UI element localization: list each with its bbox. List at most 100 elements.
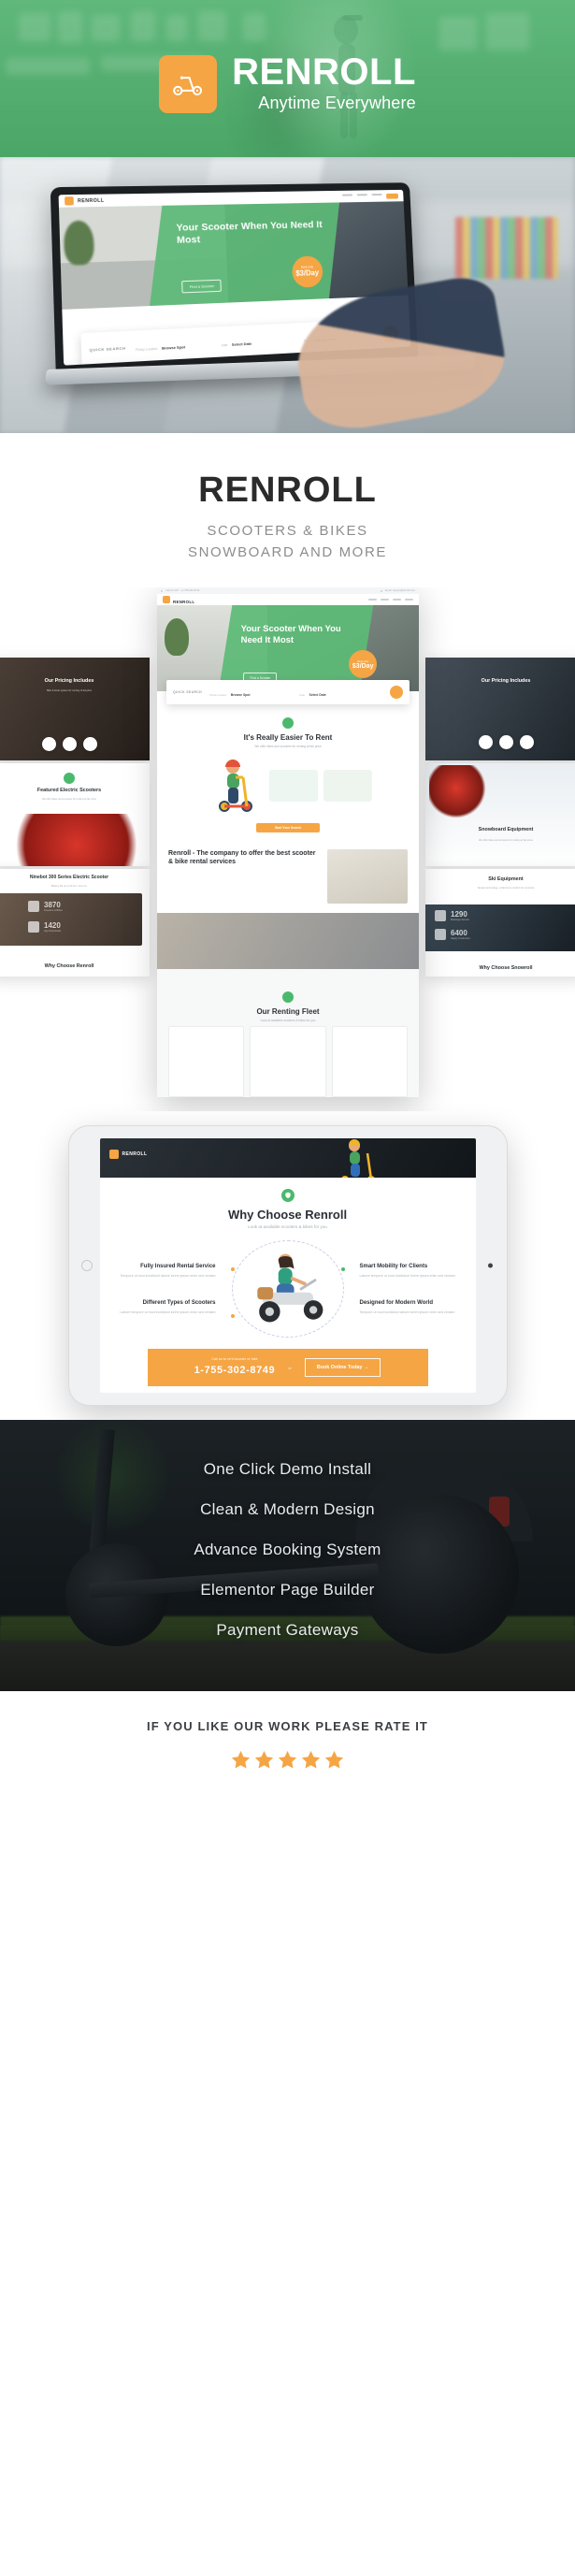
brand-name: RENROLL [232,51,416,93]
support-icon [519,735,534,749]
panel-caption-why: Why Choose Snowroll [479,965,533,971]
feature-smart-mobility: Smart Mobility for Clients Labore tempor… [360,1263,461,1279]
stat-label: Bookings Served [451,919,469,921]
rate-prompt-text: IF YOU LIKE OUR WORK PLEASE RATE IT [147,1719,428,1733]
about-photo [327,849,408,904]
star-icon[interactable] [323,1749,345,1771]
panel-caption: Ski Equipment [488,876,524,882]
stats-photo: 3870 Scooters & Bikes 1420 App Downloads [0,893,142,946]
about-text: Renroll - The company to offer the best … [168,849,320,904]
star-icon[interactable] [300,1749,322,1771]
panel-subcaption: Battery life up to 20 km / 1x2 mm [51,885,87,888]
kid-on-scooter-illustration [219,760,252,812]
easy-rent-section-header: It's Really Easier To Rent We offer bike… [157,704,419,752]
quick-search-bar[interactable]: QUICK SEARCH Pickup Location Browse Spot… [166,680,410,704]
feature-card-choose-bike[interactable] [323,770,372,802]
scooter-icon [173,76,203,96]
umbrella-icon [435,910,446,921]
star-rating[interactable] [0,1749,575,1771]
fleet-title: Our Renting Fleet [256,1007,320,1016]
panel-caption: Our Pricing Includes [44,678,94,684]
fleet-card[interactable] [168,1026,245,1097]
field-label: Date [221,343,228,348]
feature-different-types: Different Types of Scooters Labore tempo… [115,1299,215,1315]
panel-caption: Our Pricing Includes [481,678,531,684]
panel-caption: Featured Electric Scooters [36,788,102,793]
tablet-mockup-section: RENROLL Why Choose Renroll Look at avail… [0,1111,575,1420]
site-topbar: Call Us 24/7 : +1-755-302-8749 Email: su… [157,587,419,594]
orange-dot-icon [230,1267,235,1271]
collage-right-panel-pricing: Our Pricing Includes [425,658,575,760]
cta-separator: or [288,1365,292,1370]
feature-card-search-fleet[interactable] [269,770,318,802]
field-value: Select Date [309,693,326,697]
laptop-device: RENROLL Your Scooter When You Need It Mo… [39,176,513,433]
site-logo-icon [65,196,74,206]
stat-label: App Downloads [44,930,62,933]
search-submit-button[interactable] [390,686,403,699]
hero-cta-button[interactable]: Find a Scooter [181,279,223,294]
cta-small-text: Call us to rent scooter or bike [211,1357,258,1361]
page-title: RENROLL [198,470,377,510]
star-icon[interactable] [277,1749,298,1771]
field-label: Pickup Location [209,694,227,697]
title-section: RENROLL SCOOTERS & BIKES SNOWBOARD AND M… [0,433,575,587]
phone-icon [161,589,163,592]
share-experience-section: Share your experience fb.com/Renroll @Re… [100,1386,476,1393]
feature-list: One Click Demo Install Clean & Modern De… [0,1420,575,1638]
orange-dot-icon [230,1314,235,1318]
cta-phone-number[interactable]: 1-755-302-8749 [194,1365,276,1376]
start-search-button[interactable]: Start Your Search [256,823,320,832]
feature-desc: Tempore ut mod incididunt labore lorem i… [359,1310,455,1315]
fleet-card-row [157,1026,419,1097]
site-header: RENROLL [157,594,419,605]
why-choose-heading: Why Choose Renroll [227,1208,348,1222]
panel-caption: Snowboard Equipment [478,827,534,832]
site-nav [341,193,399,199]
stat-value: 3870 [44,901,61,909]
star-icon[interactable] [253,1749,275,1771]
tablet-screen: RENROLL Why Choose Renroll Look at avail… [99,1138,476,1393]
search-field-location[interactable]: Pickup Location Browse Spot [209,684,293,701]
site-brand: RENROLL [122,1151,148,1157]
field-label: Date [299,694,305,697]
hero-green-panel [217,605,375,691]
fleet-card[interactable] [250,1026,326,1097]
helmet-icon [478,735,493,749]
price-badge: Rent only $3/Day [349,650,378,678]
green-dot-icon [340,1267,345,1271]
search-field-date[interactable]: Date Select Date [221,330,295,351]
feature-modern-world: Designed for Modern World Tempore ut mod… [360,1299,461,1315]
stat-label: Scooters & Bikes [44,909,63,912]
search-field-location[interactable]: Pickup Location Browse Spot [136,335,212,356]
panel-subcaption: We offer bikes and scooters for renting … [41,798,96,801]
star-icon[interactable] [230,1749,252,1771]
brand-logo-tile [159,55,218,113]
fleet-subtitle: Look at available scooters & bikes for y… [260,1019,316,1022]
pricing-icon-row [425,735,575,749]
download-icon [28,921,39,933]
search-field-date[interactable]: Date Select Date [300,684,383,701]
brand-tagline: Anytime Everywhere [258,94,416,112]
book-online-button[interactable]: Book Online Today → [304,1358,381,1377]
collage-right-panel-snowboard: Snowboard Equipment We offer bikes and s… [425,763,575,866]
scooter-icon [28,901,39,912]
panel-caption: Ninebot 300 Series Electric Scooter [29,875,109,880]
site-logo-icon [163,596,170,603]
fleet-section: Our Renting Fleet Look at available scoo… [157,969,419,1097]
feature-title: Designed for Modern World [359,1300,434,1306]
camera-icon [487,1263,493,1268]
shield-icon [498,735,513,749]
scooter-illustration-row [157,752,419,819]
feature-item: Clean & Modern Design [200,1500,375,1518]
fleet-card[interactable] [331,1026,408,1097]
home-button-icon[interactable] [80,1260,93,1271]
site-nav[interactable] [368,599,413,601]
brand-text-block: RENROLL Anytime Everywhere [232,53,416,115]
stat-bookings: 1290 Bookings Served [435,910,469,921]
promo-page: RENROLL Anytime Everywhere RENROLL Your … [0,0,575,1827]
feature-title: Fully Insured Rental Service [140,1263,216,1269]
stat-downloads: 1420 App Downloads [28,921,61,933]
collage-left-panel-stats: Ninebot 300 Series Electric Scooter Batt… [0,869,150,977]
site-hero: Your Scooter When You Need It Most Rent … [157,605,419,691]
